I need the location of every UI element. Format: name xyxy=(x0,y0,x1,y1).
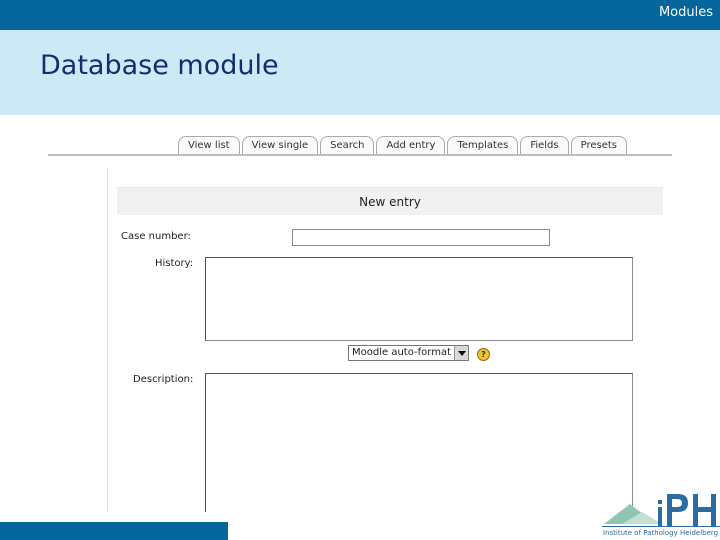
top-bar: Modules xyxy=(0,0,720,30)
chevron-down-icon xyxy=(458,351,466,356)
tab-view-list[interactable]: View list xyxy=(178,136,240,155)
case-number-label: Case number: xyxy=(121,231,191,242)
format-select-value: Moodle auto-format xyxy=(352,347,451,358)
slide-title: Database module xyxy=(40,50,279,81)
tab-templates[interactable]: Templates xyxy=(447,136,519,155)
tab-fields[interactable]: Fields xyxy=(520,136,569,155)
tab-underline xyxy=(48,154,672,156)
format-select[interactable]: Moodle auto-format xyxy=(348,345,469,361)
form-title: New entry xyxy=(359,195,421,209)
description-label: Description: xyxy=(133,374,194,385)
form-header: New entry xyxy=(117,187,663,215)
tab-search[interactable]: Search xyxy=(320,136,375,155)
slide: Modules Database module View list View s… xyxy=(0,0,720,540)
tab-bar: View list View single Search Add entry T… xyxy=(178,136,629,155)
tab-presets[interactable]: Presets xyxy=(570,136,628,155)
bottom-bar xyxy=(0,522,228,540)
dropdown-button[interactable] xyxy=(454,346,468,360)
history-label: History: xyxy=(155,258,194,269)
case-number-input[interactable] xyxy=(292,229,550,246)
logo-caption: Institute of Pathology Heidelberg xyxy=(603,529,719,537)
description-textarea[interactable] xyxy=(205,373,633,512)
history-textarea[interactable] xyxy=(205,257,633,341)
tab-add-entry[interactable]: Add entry xyxy=(376,136,446,155)
content-divider xyxy=(107,168,108,512)
tab-view-single[interactable]: View single xyxy=(241,136,319,155)
help-icon[interactable]: ? xyxy=(477,348,490,361)
section-label: Modules xyxy=(658,5,713,20)
